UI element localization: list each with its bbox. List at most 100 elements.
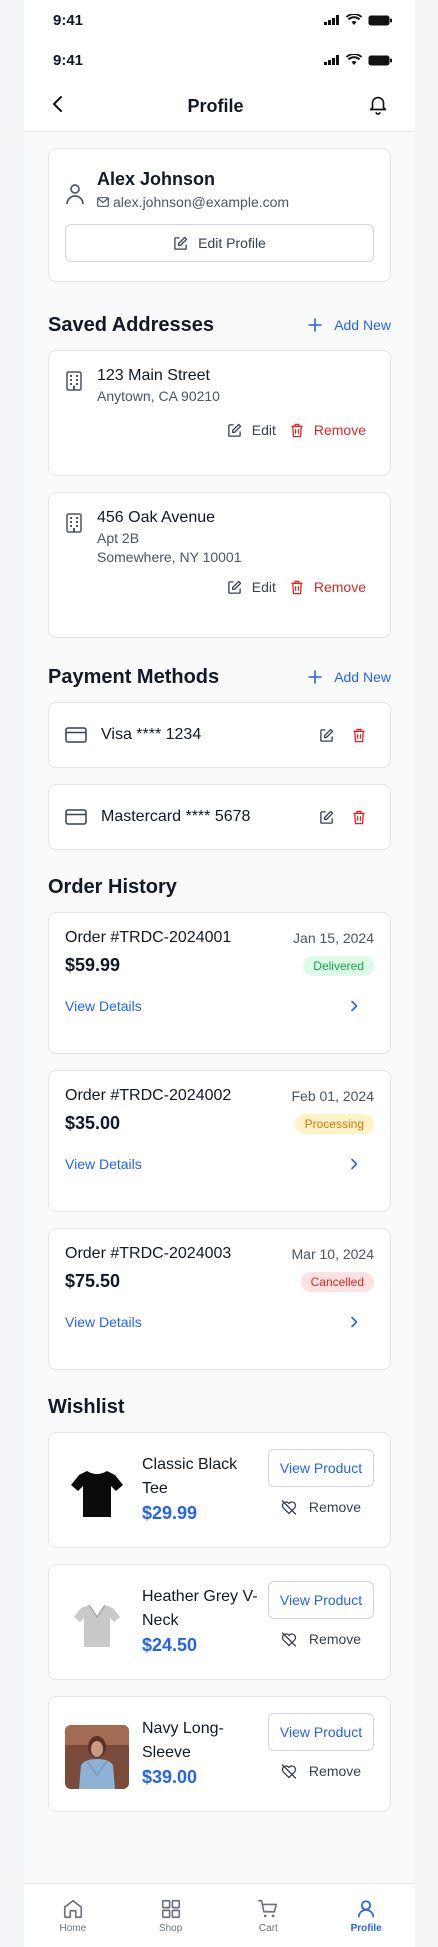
page-title: Profile [187,95,244,116]
wishlist-item: Navy Long-Sleeve $39.00 View Product Rem… [48,1696,391,1812]
remove-wishlist-button[interactable]: Remove [281,1763,361,1779]
address-actions: Edit Remove [65,579,374,595]
edit-icon [227,423,241,437]
edit-icon[interactable] [319,728,334,743]
add-address-label: Add New [334,317,391,333]
product-image[interactable] [65,1593,129,1657]
status-bar-secondary: 9:41 [24,40,415,80]
app-header: 9:41 Profile [24,40,415,132]
payment-label: Visa **** 1234 [101,726,202,743]
bell-icon [369,96,387,115]
wifi-icon [346,54,362,65]
view-product-button[interactable]: View Product [268,1449,374,1487]
edit-address-button[interactable]: Edit [227,422,276,438]
tab-label: Profile [350,1922,382,1934]
product-name: Heather Grey V-Neck [142,1588,258,1629]
address-line1: 123 Main Street [97,367,210,384]
tab-label: Home [59,1922,87,1934]
order-bottom[interactable]: View Details [65,1156,374,1172]
status-badge: Delivered [303,955,374,976]
tab-profile[interactable]: Profile [331,1898,401,1934]
product-price: $24.50 [142,1635,198,1655]
order-id: Order #TRDC-2024002 [65,1087,232,1104]
chevron-left-icon [53,95,62,112]
product-price: $29.99 [142,1503,198,1523]
back-button[interactable] [52,95,64,118]
view-details-link[interactable]: View Details [65,998,142,1014]
address-body: 456 Oak Avenue Apt 2B Somewhere, NY 1000… [65,509,374,565]
signal-icon [324,15,339,25]
address-line1: 456 Oak Avenue [97,509,216,526]
address-body: 123 Main Street Anytown, CA 90210 [65,367,374,404]
wishlist-actions: View Product Remove [268,1449,374,1515]
trash-icon [291,580,303,594]
view-details-link[interactable]: View Details [65,1156,142,1172]
tab-cart[interactable]: Cart [233,1898,303,1934]
remove-address-button[interactable]: Remove [290,422,366,438]
status-icons [324,54,392,66]
remove-wishlist-button[interactable]: Remove [281,1631,361,1647]
address-card: 123 Main Street Anytown, CA 90210 Edit R… [48,350,391,476]
payment-actions [319,810,366,825]
order-top: Order #TRDC-2024002 Feb 01, 2024 [65,1087,374,1105]
wishlist-actions: View Product Remove [268,1713,374,1779]
view-product-button[interactable]: View Product [268,1581,374,1619]
view-product-button[interactable]: View Product [268,1713,374,1751]
trash-icon[interactable] [352,728,366,743]
notifications-button[interactable] [367,93,389,120]
status-badge: Processing [294,1113,374,1134]
navy-longsleeve-image [65,1725,129,1789]
address-line2: Anytown, CA 90210 [97,388,220,404]
product-price: $39.00 [142,1767,198,1787]
order-bottom[interactable]: View Details [65,1314,374,1330]
bottom-tab-bar: Home Shop Cart Profile [24,1883,415,1947]
order-bottom[interactable]: View Details [65,998,374,1014]
product-image[interactable] [65,1725,129,1789]
payment-info: Visa **** 1234 [65,726,201,744]
order-mid: $75.50 Cancelled [65,1271,374,1292]
tab-shop[interactable]: Shop [136,1898,206,1934]
order-total: $59.99 [65,955,121,975]
view-details-link[interactable]: View Details [65,1314,142,1330]
battery-icon [368,55,392,65]
payments-header: Payment Methods Add New [48,664,391,690]
wishlist-info: Classic Black Tee $29.99 [142,1453,264,1524]
tab-label: Shop [158,1922,183,1934]
payment-card: Visa **** 1234 [48,702,391,768]
edit-profile-button[interactable]: Edit Profile [65,224,374,262]
product-name: Classic Black Tee [142,1456,238,1497]
order-total: $35.00 [65,1113,121,1133]
order-mid: $35.00 Processing [65,1113,374,1134]
remove-wishlist-label: Remove [308,1631,362,1647]
order-card: Order #TRDC-2024001 Jan 15, 2024 $59.99 … [48,912,391,1054]
heart-off-icon [281,1763,297,1779]
orders-title: Order History [48,875,177,898]
order-total: $75.50 [65,1271,121,1291]
black-tee-image [71,1471,123,1517]
battery-icon [368,15,392,25]
order-date: Jan 15, 2024 [293,930,374,946]
tab-home[interactable]: Home [38,1898,108,1934]
wifi-icon [346,14,362,25]
addresses-title: Saved Addresses [48,313,215,336]
edit-icon [174,236,188,250]
edit-address-label: Edit [251,579,276,595]
edit-address-button[interactable]: Edit [227,579,276,595]
order-id: Order #TRDC-2024001 [65,929,232,946]
add-payment-button[interactable]: Add New [308,669,391,685]
remove-wishlist-button[interactable]: Remove [281,1499,361,1515]
phone-screen: 9:41 9:41 Profile Alex Johnson alex.john… [24,0,415,1947]
edit-icon[interactable] [319,810,334,825]
trash-icon[interactable] [352,810,366,825]
payments-title: Payment Methods [48,665,220,688]
home-icon [63,1899,82,1918]
order-top: Order #TRDC-2024001 Jan 15, 2024 [65,929,374,947]
order-id: Order #TRDC-2024003 [65,1245,232,1262]
product-image[interactable] [65,1461,129,1525]
add-address-button[interactable]: Add New [308,317,391,333]
chevron-right-icon [351,1158,358,1170]
profile-info: Alex Johnson alex.johnson@example.com [65,169,374,210]
signal-icon [324,55,339,65]
payment-card: Mastercard **** 5678 [48,784,391,850]
remove-address-button[interactable]: Remove [290,579,366,595]
